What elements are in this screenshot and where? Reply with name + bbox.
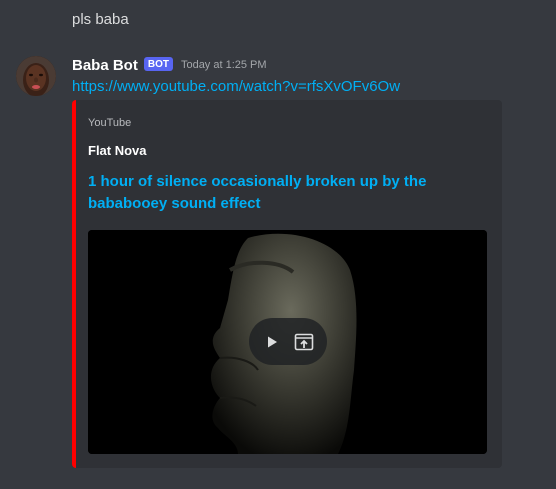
video-controls	[249, 318, 327, 365]
video-player[interactable]	[88, 230, 487, 454]
message-timestamp: Today at 1:25 PM	[180, 59, 267, 71]
chat-view: pls baba Baba Bot BOT Today at 1:25 PM h…	[0, 0, 556, 489]
message-header: Baba Bot BOT Today at 1:25 PM	[72, 56, 267, 74]
play-icon	[268, 336, 277, 347]
previous-message-text: pls baba	[72, 11, 129, 28]
embed-accent-bar	[72, 100, 76, 468]
bot-badge: BOT	[143, 57, 173, 71]
author-name[interactable]: Baba Bot	[72, 57, 138, 74]
user-avatar[interactable]	[16, 56, 56, 96]
open-external-icon	[294, 333, 314, 350]
avatar-image	[16, 56, 56, 96]
youtube-embed: YouTube Flat Nova 1 hour of silence occa…	[72, 100, 502, 468]
open-external-button[interactable]	[293, 331, 315, 353]
message-link[interactable]: https://www.youtube.com/watch?v=rfsXvOFv…	[72, 78, 400, 95]
play-button[interactable]	[261, 331, 283, 353]
embed-provider[interactable]: YouTube	[88, 117, 131, 129]
embed-author[interactable]: Flat Nova	[88, 143, 147, 158]
embed-title[interactable]: 1 hour of silence occasionally broken up…	[88, 171, 488, 215]
